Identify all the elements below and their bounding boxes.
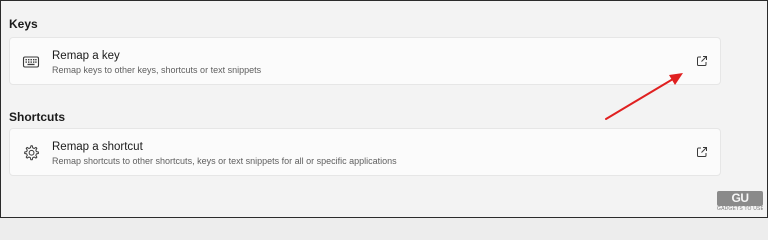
logo-text: GU: [731, 191, 750, 205]
section-header-keys: Keys: [9, 17, 38, 31]
open-external-icon[interactable]: [696, 146, 708, 158]
remap-shortcut-card[interactable]: Remap a shortcut Remap shortcuts to othe…: [9, 128, 721, 176]
arrow-icon: [605, 73, 683, 120]
settings-window: Keys Remap a key Remap keys to other key…: [0, 0, 768, 218]
watermark-logo: GU GADGETS TO USE: [717, 191, 763, 213]
remap-key-title: Remap a key: [52, 50, 120, 62]
open-external-icon[interactable]: [696, 55, 708, 67]
logo-subtext: GADGETS TO USE: [717, 206, 763, 212]
remap-key-subtitle: Remap keys to other keys, shortcuts or t…: [52, 65, 262, 75]
gear-icon: [24, 145, 39, 161]
keyboard-icon: [22, 56, 40, 68]
remap-shortcut-title: Remap a shortcut: [52, 141, 143, 153]
section-header-shortcuts: Shortcuts: [9, 110, 66, 124]
remap-shortcut-subtitle: Remap shortcuts to other shortcuts, keys…: [52, 156, 397, 166]
